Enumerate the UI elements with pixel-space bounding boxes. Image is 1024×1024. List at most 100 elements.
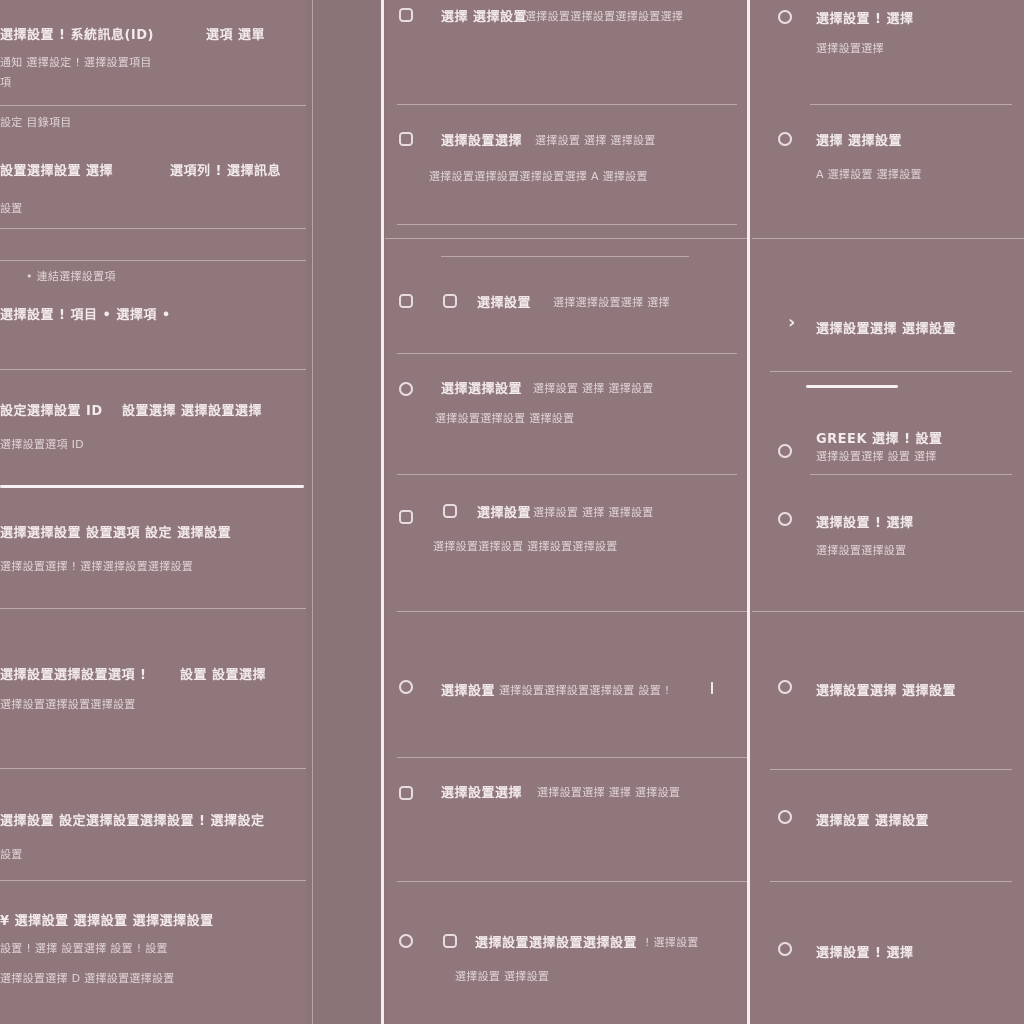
divider [397, 353, 737, 354]
item-extra: 選擇設置 選擇 選擇設置 [533, 506, 654, 519]
item-extra: 選擇設置選擇 選擇 選擇設置 [537, 786, 681, 799]
list-item[interactable]: 選擇 選擇設置 A 選擇設置 選擇設置 [752, 130, 1024, 220]
divider [397, 757, 747, 758]
chevron-right-icon[interactable]: › [788, 312, 795, 333]
globe-icon [778, 444, 792, 458]
item-title: 選擇 選擇設置 [816, 134, 903, 149]
status-icon [778, 10, 792, 24]
item-title: 設置選擇設置 選擇 [0, 164, 114, 179]
divider [397, 881, 747, 882]
list-item[interactable]: GREEK 選擇 ! 設置 選擇設置選擇 設置 選擇 [752, 426, 1024, 476]
list-item[interactable]: 選擇設置 設定選擇設置選擇設置 ! 選擇設定 設置 [0, 808, 306, 868]
list-item[interactable]: • 連結選擇設置項 選擇設置 ! 項目 • 選擇項 • [0, 268, 306, 368]
list-item[interactable]: 選擇選擇設置 設置選項 設定 選擇設置 選擇設置選擇 ! 選擇選擇設置選擇設置 [0, 520, 306, 600]
list-item[interactable]: 選擇設置選擇 選擇設置 [752, 680, 1024, 730]
camera-icon [399, 510, 413, 524]
divider [397, 611, 747, 612]
list-item[interactable]: 設定選擇設置 ID 設置選擇 選擇設置選擇 選擇設置選項 ID [0, 398, 306, 478]
item-subtitle: 選擇設置選擇 ! 選擇選擇設置選擇設置 [0, 560, 194, 573]
list-item[interactable]: 選擇設置 選擇選擇設置選擇 選擇 [385, 292, 747, 352]
list-item[interactable]: 選擇設置 選擇設置選擇設置選擇設置 設置 ! [385, 680, 747, 740]
item-extra: 選項列 ! 選擇訊息 [170, 164, 281, 179]
item-title: 選擇設置選擇 選擇設置 [816, 684, 957, 699]
divider [0, 768, 306, 769]
list-item[interactable]: › 選擇設置選擇 選擇設置 [752, 312, 1024, 364]
divider [770, 881, 1012, 882]
list-item[interactable]: 選擇選擇設置 選擇設置 選擇 選擇設置 選擇設置選擇設置 選擇設置 [385, 378, 747, 468]
item-title: 選擇設置 ! 項目 • 選擇項 • [0, 308, 171, 323]
divider [0, 105, 306, 106]
item-extra: 選擇設置選擇設置選擇設置選擇 [525, 10, 684, 23]
divider [441, 256, 689, 257]
list-item[interactable]: 選擇設置選擇設置選項 ! 設置 設置選擇 選擇設置選擇設置選擇設置 [0, 662, 306, 752]
item-extra: ! 選擇設置 [645, 936, 699, 949]
item-subtitle: A 選擇設置 選擇設置 [816, 168, 922, 181]
separator-bar [711, 682, 713, 694]
divider [810, 104, 1012, 105]
list-item[interactable]: 選擇設置 選擇設置 [752, 808, 1024, 858]
item-extra: 選擇選擇設置選擇 選擇 [553, 296, 670, 309]
list-item[interactable]: 設定 目錄項目 設置選擇設置 選擇 選項列 ! 選擇訊息 設置 [0, 114, 306, 224]
link-icon [399, 8, 413, 22]
list-item[interactable]: 選擇設置選擇 選擇設置選擇 選擇 選擇設置 [385, 782, 747, 842]
divider [397, 224, 737, 225]
list-item[interactable]: 選擇設置 ! 選擇 [752, 940, 1024, 990]
item-subtitle: 設置 [0, 848, 23, 861]
link-icon [399, 294, 413, 308]
list-item[interactable]: ¥ 選擇設置 選擇設置 選擇選擇設置 設置 ! 選擇 設置選擇 設置 ! 設置 … [0, 908, 306, 1008]
item-extra: 選擇設置 選擇 選擇設置 [533, 382, 654, 395]
divider [810, 474, 1012, 475]
gutter [306, 0, 385, 1024]
edit-icon [443, 294, 457, 308]
item-title: 選擇設置 [477, 296, 532, 311]
item-note: 選擇設置選擇 D 選擇設置選擇設置 [0, 972, 175, 985]
right-panel: 選擇設置 ! 選擇 選擇設置選擇 選擇 選擇設置 A 選擇設置 選擇設置 › 選… [752, 0, 1024, 1024]
item-title: • 連結選擇設置項 [26, 270, 116, 283]
record-icon [778, 680, 792, 694]
panel-divider [747, 0, 750, 1024]
item-title: 選擇設置 ! 選擇 [816, 12, 914, 27]
list-item[interactable]: 選擇設置 ! 系統訊息(ID) 選項 選單 通知 選擇設定 ! 選擇設置項目 項 [0, 22, 306, 102]
panel-divider [381, 0, 384, 1024]
list-item[interactable]: 選擇設置選擇設置選擇設置 ! 選擇設置 選擇設置 選擇設置 [385, 932, 747, 1002]
divider [385, 238, 747, 239]
divider [0, 369, 306, 370]
item-title: 選擇設置選擇 選擇設置 [816, 322, 957, 337]
panel-divider [312, 0, 313, 1024]
item-title: 選擇設置選擇 [441, 134, 523, 149]
item-title: 選擇設置選擇設置選擇設置 [475, 936, 638, 951]
item-title: 選擇 選擇設置 [441, 10, 528, 25]
list-item[interactable]: 選擇設置 選擇設置 選擇 選擇設置 選擇設置選擇設置 選擇設置選擇設置 [385, 502, 747, 592]
record-icon [778, 810, 792, 824]
record-icon [778, 942, 792, 956]
item-title: ¥ 選擇設置 選擇設置 選擇選擇設置 [0, 914, 214, 929]
list-item[interactable]: 選擇設置選擇 選擇設置 選擇 選擇設置 選擇設置選擇設置選擇設置選擇 A 選擇設… [385, 130, 747, 220]
file-icon [443, 934, 457, 948]
item-subtitle: 選擇設置選擇 設置 選擇 [816, 450, 937, 463]
item-subtitle: 設置 [0, 202, 23, 215]
item-extra: 選擇設置 選擇 選擇設置 [535, 134, 656, 147]
message-icon [399, 786, 413, 800]
item-subtitle: 選擇設置選擇設置選擇設置選擇 A 選擇設置 [429, 170, 648, 183]
item-title: GREEK 選擇 ! 設置 [816, 432, 943, 447]
list-item[interactable]: 選擇設置 ! 選擇 選擇設置選擇 [752, 8, 1024, 88]
divider [397, 474, 737, 475]
item-title: 選擇設置選擇 [441, 786, 523, 801]
item-title: 選擇設置 設定選擇設置選擇設置 ! 選擇設定 [0, 814, 265, 829]
divider [0, 608, 306, 609]
item-title: 選擇選擇設置 設置選項 設定 選擇設置 [0, 526, 232, 541]
file-icon [443, 504, 457, 518]
divider [752, 238, 1024, 239]
document-icon [399, 132, 413, 146]
item-note: 項 [0, 76, 12, 89]
list-item[interactable]: 選擇設置 ! 選擇 選擇設置選擇設置 [752, 510, 1024, 590]
item-subtitle: 選擇設置選擇設置選擇設置 [0, 698, 136, 711]
divider [770, 371, 1012, 372]
user-icon [399, 382, 413, 396]
divider [752, 611, 1024, 612]
item-title: 設定選擇設置 ID [0, 404, 103, 419]
record-icon [778, 512, 792, 526]
list-item[interactable]: 選擇 選擇設置 選擇設置選擇設置選擇設置選擇 [385, 6, 747, 96]
item-extra: 選擇設置選擇設置選擇設置 設置 ! [499, 684, 670, 697]
divider [770, 769, 1012, 770]
